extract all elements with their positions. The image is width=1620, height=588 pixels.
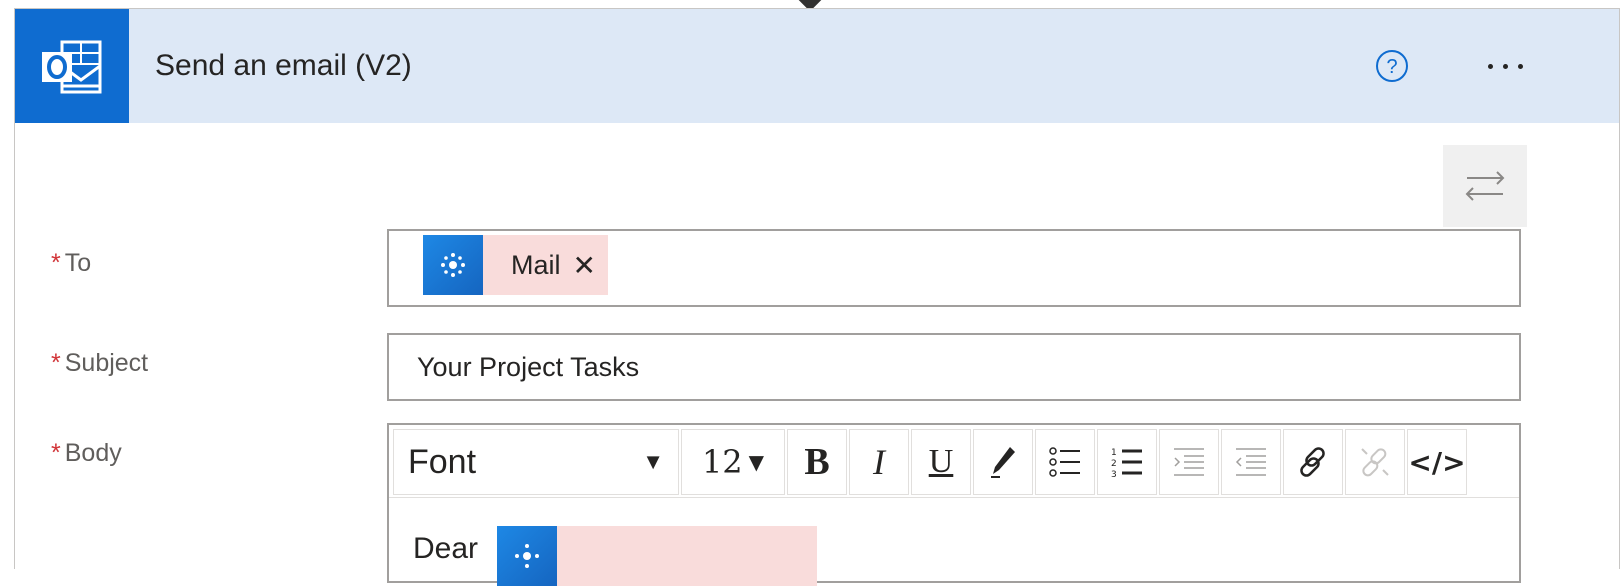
- svg-text:3: 3: [1111, 470, 1117, 478]
- outlook-icon: [15, 9, 129, 123]
- action-header[interactable]: Send an email (V2) ?: [15, 9, 1619, 123]
- body-token[interactable]: [497, 526, 817, 586]
- required-marker: *: [51, 439, 61, 467]
- to-label-text: To: [64, 249, 92, 277]
- numbered-list-icon[interactable]: 1 2 3: [1097, 429, 1157, 495]
- svg-text:2: 2: [1111, 459, 1117, 469]
- font-select[interactable]: Font ▼: [393, 429, 679, 495]
- font-color-icon[interactable]: [973, 429, 1033, 495]
- more-options-icon[interactable]: [1475, 49, 1535, 83]
- bold-button[interactable]: B: [787, 429, 847, 495]
- outdent-icon[interactable]: [1221, 429, 1281, 495]
- rich-text-toolbar: Font ▼ 12 ▼ B I U 1 2 3 </>: [393, 429, 1515, 495]
- font-size-select[interactable]: 12 ▼: [681, 429, 785, 495]
- svg-text:1: 1: [1111, 448, 1117, 458]
- body-label-text: Body: [64, 439, 122, 467]
- required-marker: *: [51, 349, 61, 377]
- required-marker: *: [51, 249, 61, 277]
- subject-label: * Subject: [51, 349, 148, 378]
- body-token-label: [557, 526, 817, 586]
- italic-button[interactable]: I: [849, 429, 909, 495]
- bullet-list-icon[interactable]: [1035, 429, 1095, 495]
- unlink-icon[interactable]: [1345, 429, 1405, 495]
- body-text: Dear: [413, 532, 479, 565]
- font-size-value: 12: [701, 443, 743, 481]
- dynamic-content-icon: [423, 235, 483, 295]
- body-editor[interactable]: Font ▼ 12 ▼ B I U 1 2 3 </> Dear: [387, 423, 1521, 586]
- swap-advanced-icon[interactable]: [1443, 145, 1527, 227]
- body-label: * Body: [51, 439, 122, 468]
- html-code-button[interactable]: </>: [1407, 429, 1467, 495]
- subject-label-text: Subject: [64, 349, 149, 377]
- dynamic-content-icon: [497, 526, 557, 586]
- font-select-value: Font: [408, 442, 477, 481]
- help-icon[interactable]: ?: [1375, 49, 1409, 83]
- action-title[interactable]: Send an email (V2): [155, 49, 412, 83]
- link-icon[interactable]: [1283, 429, 1343, 495]
- underline-button[interactable]: U: [911, 429, 971, 495]
- body-content[interactable]: Dear: [389, 497, 1519, 588]
- chevron-down-icon: ▼: [748, 450, 765, 474]
- svg-text:?: ?: [1386, 56, 1397, 78]
- subject-field[interactable]: Your Project Tasks: [387, 333, 1521, 401]
- token-label: Mail: [511, 249, 561, 280]
- mail-token[interactable]: Mail ✕: [423, 235, 608, 295]
- to-label: * To: [51, 249, 91, 278]
- indent-icon[interactable]: [1159, 429, 1219, 495]
- remove-token-icon[interactable]: ✕: [573, 249, 596, 282]
- chevron-down-icon: ▼: [642, 449, 664, 474]
- action-card: Send an email (V2) ? * To Mail ✕ * Subje…: [14, 8, 1620, 586]
- to-field[interactable]: Mail ✕: [387, 229, 1521, 307]
